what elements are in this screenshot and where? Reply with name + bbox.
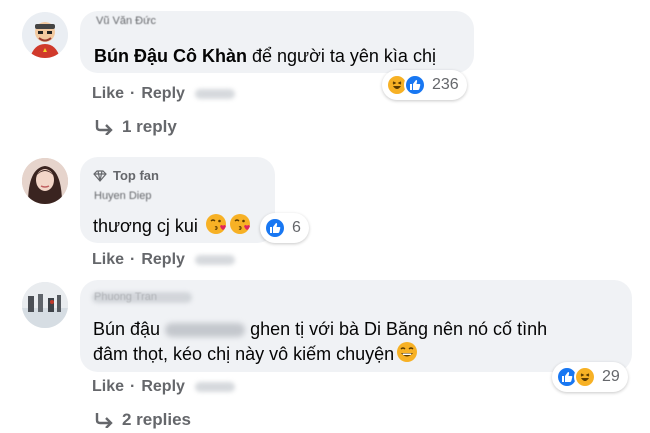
reply-button[interactable]: Reply	[141, 378, 185, 395]
comment-text-line: đâm thọt, kéo chị này vô kiếm chuyện	[93, 341, 418, 368]
comment-author-name[interactable]: Phuong Tran	[94, 291, 157, 303]
avatar-cartoon-icon	[22, 12, 68, 58]
diamond-icon	[93, 169, 107, 182]
avatar[interactable]	[22, 282, 68, 328]
like-button[interactable]: Like	[92, 251, 124, 268]
reaction-count: 6	[292, 219, 301, 236]
grinning-face-emoji-icon	[397, 342, 418, 362]
redacted-text	[165, 323, 246, 338]
avatar-photo-icon	[22, 158, 68, 204]
avatar[interactable]	[22, 12, 68, 58]
comment-author[interactable]: Vũ Văn Đức	[96, 15, 156, 27]
kissing-face-emoji-icon	[205, 214, 226, 234]
reply-button[interactable]: Reply	[141, 85, 185, 102]
top-fan-badge: Top fan	[93, 168, 159, 183]
mentioned-page-name[interactable]: Bún Đậu Cô Khàn	[94, 46, 247, 66]
view-replies-button[interactable]: 2 replies	[94, 410, 191, 430]
timestamp[interactable]	[194, 254, 235, 265]
haha-icon	[574, 366, 596, 388]
like-button[interactable]: Like	[92, 378, 124, 395]
kissing-face-emoji-icon	[229, 214, 250, 234]
reaction-summary[interactable]: 6	[260, 213, 309, 243]
like-icon	[404, 74, 426, 96]
comment-text: thương cj kui	[93, 213, 251, 240]
reaction-summary[interactable]: 236	[382, 70, 467, 100]
reaction-summary[interactable]: 29	[552, 362, 628, 392]
avatar[interactable]	[22, 158, 68, 204]
comment-text-line: Bún đậu ghen tị với bà Di Băng nên nó cố…	[93, 319, 548, 339]
like-button[interactable]: Like	[92, 85, 124, 102]
comment-text: Bún Đậu Cô Khàn để người ta yên kìa chị	[94, 46, 436, 66]
timestamp[interactable]	[194, 88, 235, 99]
comment-actions: Like · Reply	[92, 251, 235, 269]
reaction-count: 29	[602, 368, 620, 385]
comment-actions: Like · Reply	[92, 378, 235, 396]
comment-author[interactable]: Huyen Diep	[94, 190, 151, 202]
reply-button[interactable]: Reply	[141, 251, 185, 268]
comment-actions: Like · Reply	[92, 85, 235, 103]
like-icon	[264, 217, 286, 239]
timestamp[interactable]	[194, 381, 235, 392]
reply-arrow-icon	[95, 120, 113, 135]
avatar-photo-icon	[22, 282, 68, 328]
view-replies-button[interactable]: 1 reply	[94, 117, 177, 137]
reply-arrow-icon	[95, 413, 113, 428]
reaction-count: 236	[432, 76, 459, 93]
